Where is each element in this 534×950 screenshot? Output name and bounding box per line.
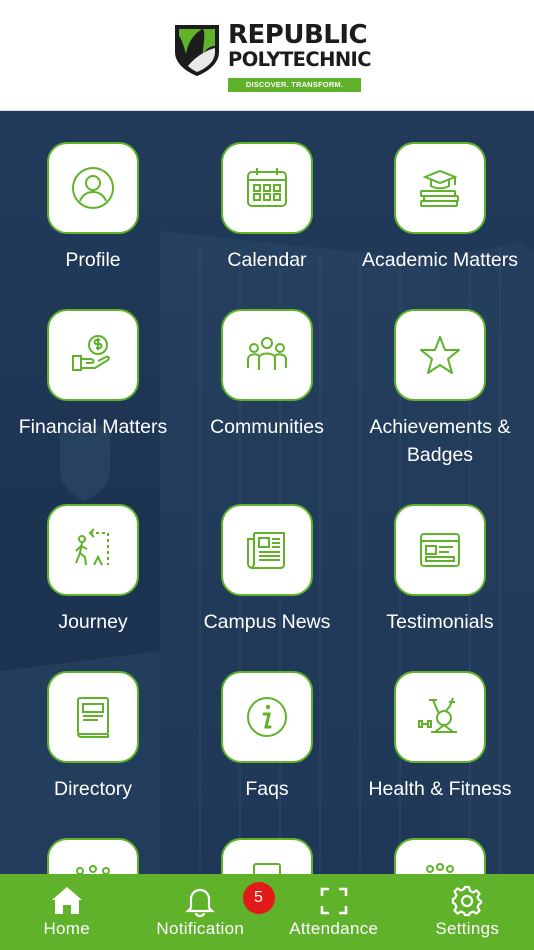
directory-book-icon	[77, 697, 109, 738]
directory-tile[interactable]: Directory	[6, 671, 180, 803]
bottom-navigation-bar: Home 5 Notification Attendance Settings	[0, 874, 534, 950]
testimonials-tile-button[interactable]	[394, 504, 486, 596]
faqs-tile[interactable]: Faqs	[180, 671, 354, 803]
more-tile-3[interactable]	[353, 838, 527, 874]
communities-tile[interactable]: Communities	[180, 309, 354, 441]
campus-news-tile-button[interactable]	[221, 504, 313, 596]
logo-tagline: DISCOVER. TRANSFORM. ACHIEVE	[228, 78, 361, 103]
directory-label: Directory	[53, 778, 132, 800]
star-icon	[420, 336, 460, 374]
academic-matters-label: Academic Matters	[361, 249, 519, 271]
calendar-label: Calendar	[227, 249, 307, 271]
directory-tile-button[interactable]	[47, 671, 139, 763]
menu-grid-area[interactable]: Profile Calendar Academic Matters Financ…	[0, 111, 534, 874]
profile-tile[interactable]: Profile	[6, 142, 180, 274]
nav-attendance[interactable]: Attendance	[267, 874, 401, 950]
home-icon	[51, 887, 82, 914]
health-fitness-tile[interactable]: Health & Fitness	[353, 671, 527, 803]
communities-label: Communities	[210, 416, 324, 438]
connections-icon	[426, 863, 454, 873]
academic-matters-tile-button[interactable]	[394, 142, 486, 234]
calendar-tile-button[interactable]	[221, 142, 313, 234]
more-tile-2[interactable]	[180, 838, 354, 874]
logo-line-1: REPUBLIC	[228, 20, 368, 50]
bell-icon	[185, 888, 215, 918]
nav-home[interactable]: Home	[0, 874, 134, 950]
achievements-badges-label: Achievements & Badges	[369, 416, 511, 466]
more-tile-1[interactable]	[6, 838, 180, 874]
profile-label: Profile	[65, 249, 121, 271]
communities-tile-button[interactable]	[221, 309, 313, 401]
achievements-badges-tile-button[interactable]	[394, 309, 486, 401]
academic-matters-tile[interactable]: Academic Matters	[353, 142, 527, 274]
campus-news-tile[interactable]: Campus News	[180, 504, 354, 636]
journey-tile-button[interactable]	[47, 504, 139, 596]
faqs-label: Faqs	[245, 778, 289, 800]
nav-notification-label: Notification	[156, 919, 245, 938]
financial-matters-tile-button[interactable]	[47, 309, 139, 401]
health-fitness-label: Health & Fitness	[368, 778, 512, 800]
financial-matters-label: Financial Matters	[18, 416, 168, 438]
financial-matters-tile[interactable]: Financial Matters	[6, 309, 180, 441]
faqs-tile-button[interactable]	[221, 671, 313, 763]
nav-home-label: Home	[43, 919, 91, 938]
money-hand-icon	[72, 335, 110, 371]
browser-window-icon	[420, 533, 460, 567]
calendar-icon	[247, 168, 287, 207]
logo-line-2: POLYTECHNIC	[228, 48, 372, 71]
profile-tile-button[interactable]	[47, 142, 139, 234]
campus-news-label: Campus News	[203, 611, 331, 633]
nav-attendance-label: Attendance	[289, 919, 379, 938]
network-nodes-icon	[76, 865, 110, 874]
republic-polytechnic-logo: REPUBLIC POLYTECHNIC DISCOVER. TRANSFORM…	[172, 20, 372, 103]
id-card-icon	[253, 863, 281, 874]
journey-tile[interactable]: Journey	[6, 504, 180, 636]
nav-settings[interactable]: Settings	[401, 874, 534, 950]
more-tile-1-button[interactable]	[47, 838, 139, 874]
nav-settings-label: Settings	[435, 919, 500, 938]
journey-icon	[75, 528, 109, 566]
info-icon	[247, 697, 287, 737]
journey-label: Journey	[58, 611, 128, 633]
testimonials-tile[interactable]: Testimonials	[353, 504, 527, 636]
health-fitness-tile-button[interactable]	[394, 671, 486, 763]
group-people-icon	[247, 337, 287, 370]
shield-logo-icon	[175, 25, 219, 76]
more-tile-2-button[interactable]	[221, 838, 313, 874]
exercise-bike-icon	[418, 697, 457, 733]
more-tile-3-button[interactable]	[394, 838, 486, 874]
app-header: REPUBLIC POLYTECHNIC DISCOVER. TRANSFORM…	[0, 0, 534, 111]
gear-icon	[452, 885, 483, 917]
profile-icon	[72, 167, 114, 209]
nav-notification[interactable]: 5 Notification	[134, 874, 275, 950]
testimonials-label: Testimonials	[386, 611, 494, 633]
achievements-badges-tile[interactable]: Achievements & Badges	[353, 309, 527, 469]
calendar-tile[interactable]: Calendar	[180, 142, 354, 274]
newspaper-icon	[247, 532, 285, 569]
graduation-books-icon	[420, 169, 459, 207]
scan-frame-icon	[320, 887, 348, 915]
